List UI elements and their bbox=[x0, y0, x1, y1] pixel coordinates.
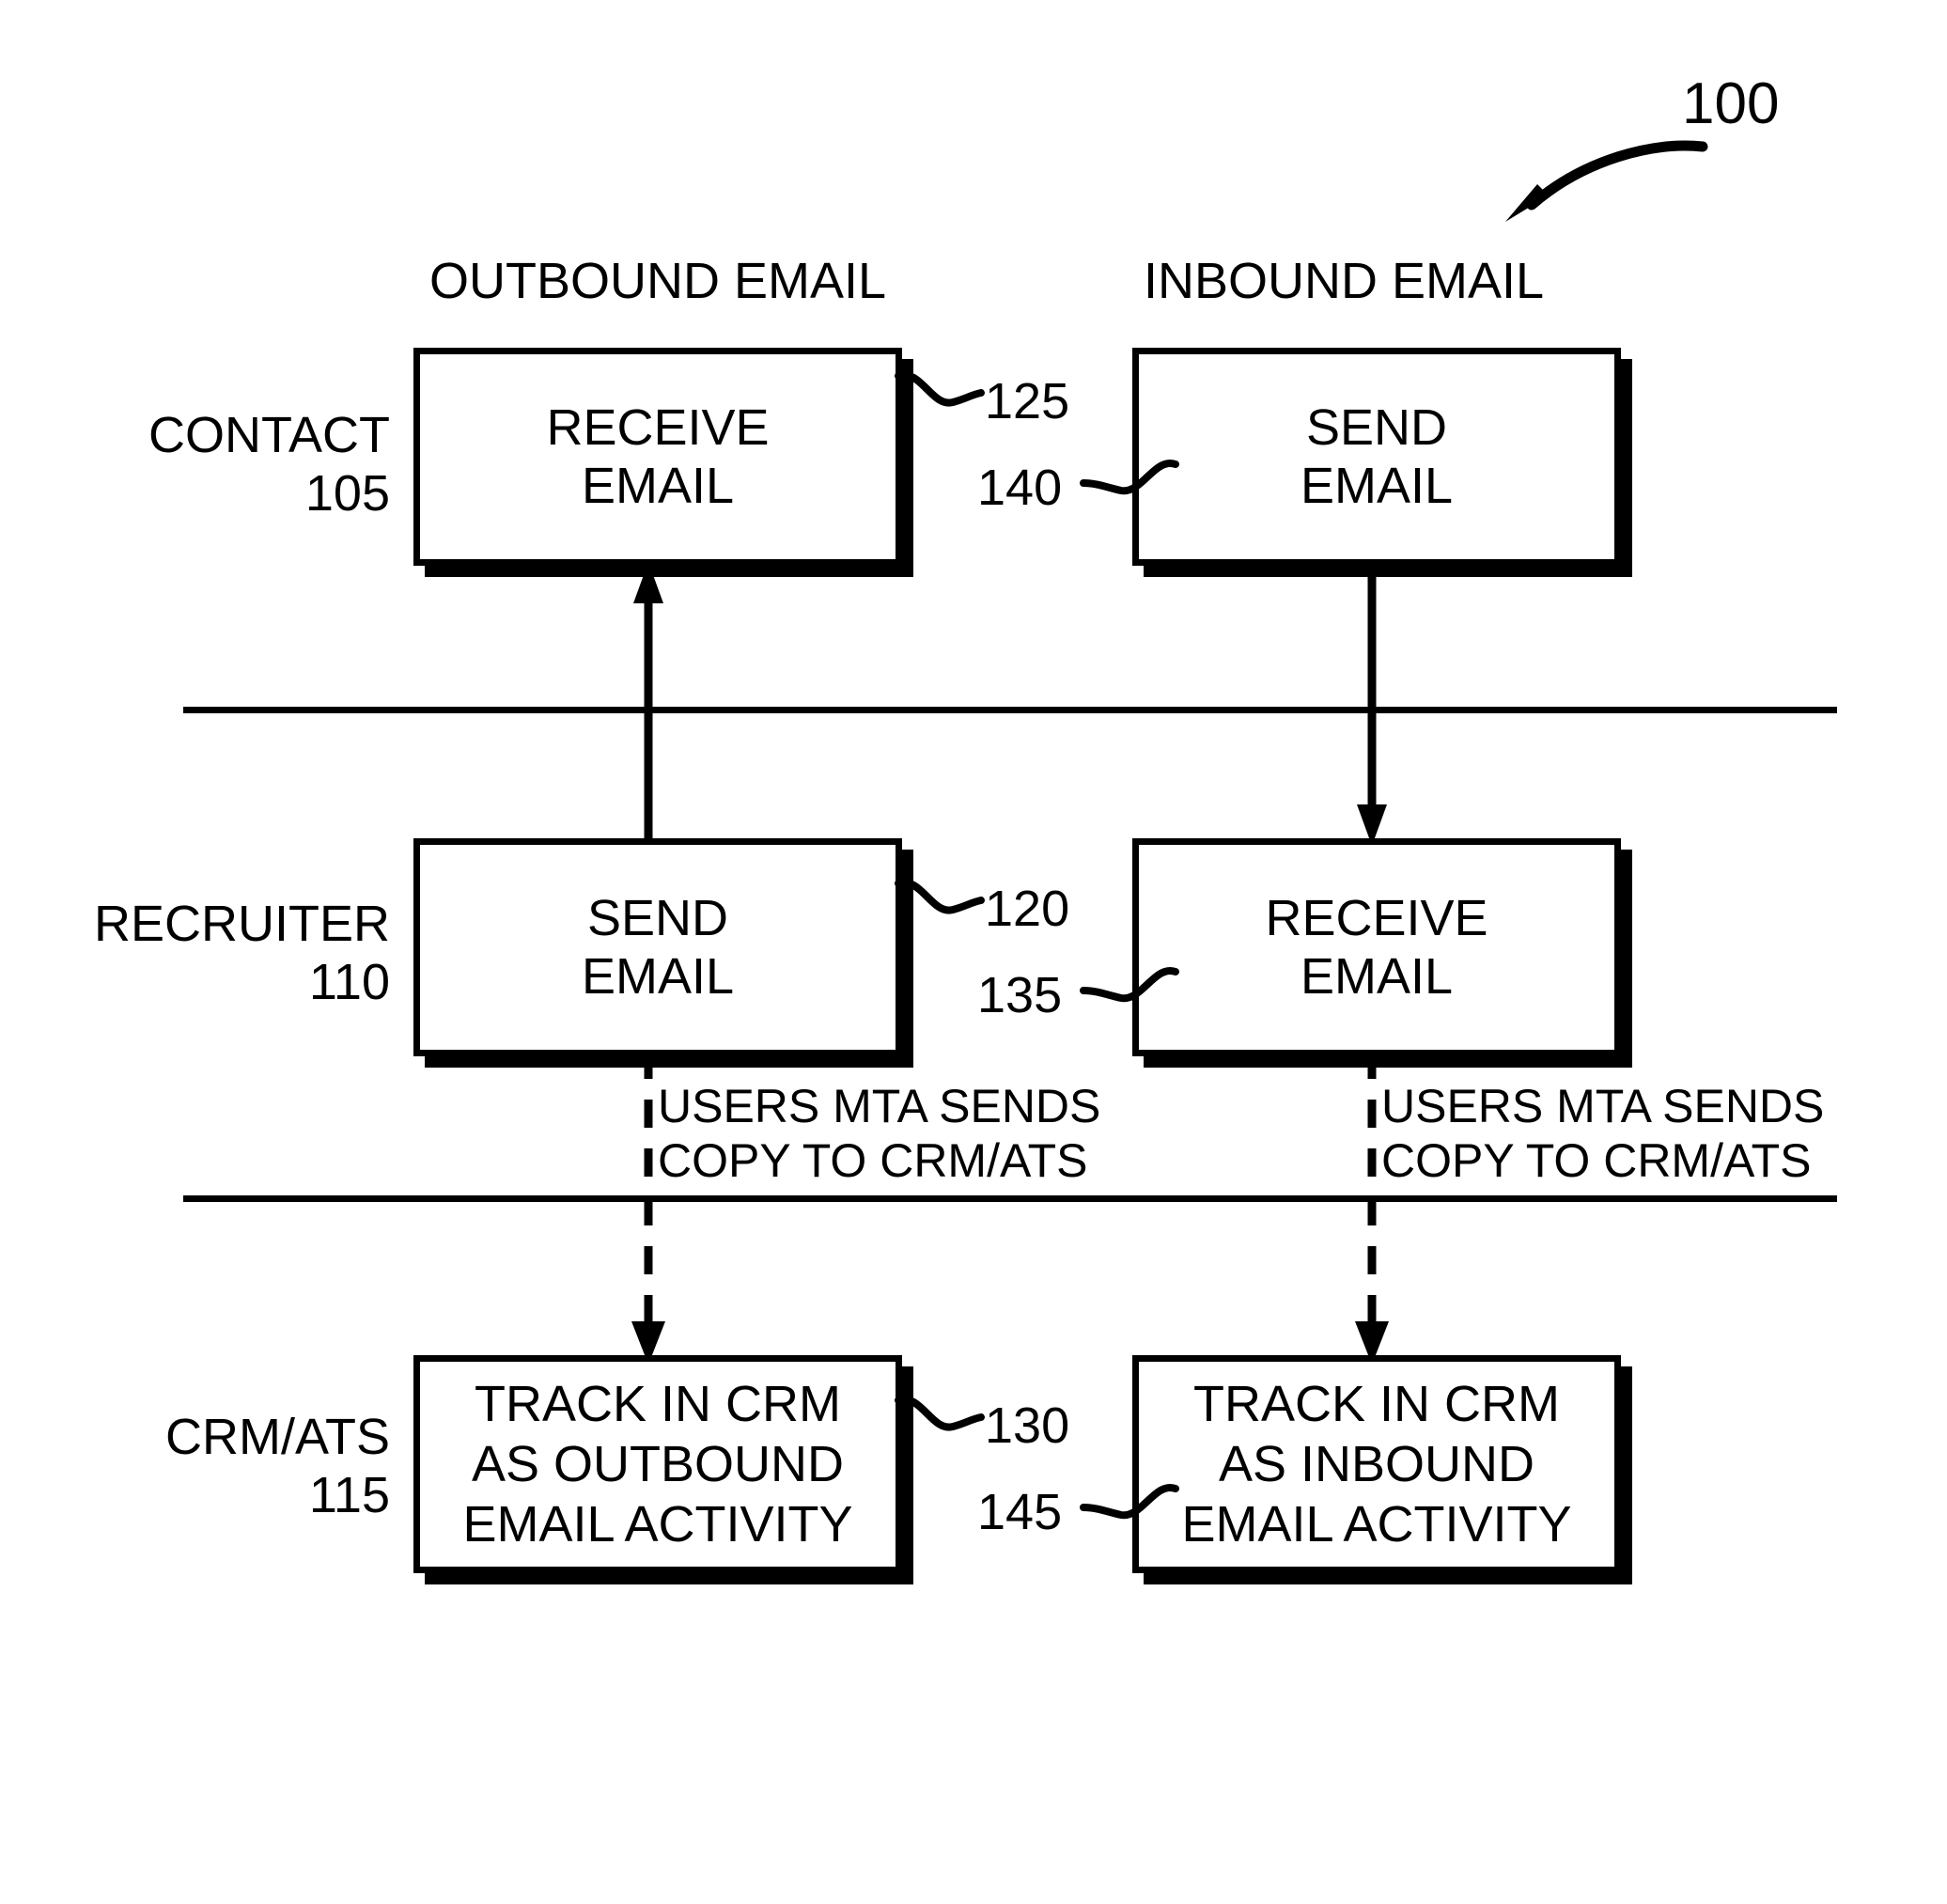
reference-numeral-145: 145 bbox=[977, 1484, 1063, 1540]
row-label-contact: CONTACT 105 bbox=[56, 406, 390, 523]
row-label-crmats-number: 115 bbox=[308, 1467, 390, 1523]
figure-lead-curved-arrow-icon bbox=[1505, 140, 1708, 222]
row-label-crmats-name: CRM/ATS bbox=[165, 1409, 390, 1465]
leader-line-120-icon bbox=[895, 879, 985, 914]
box-contact-send-email: SEND EMAIL bbox=[1132, 348, 1621, 566]
box-recruiter-receive-email: RECEIVE EMAIL bbox=[1132, 838, 1621, 1056]
leader-line-140-icon bbox=[1080, 460, 1179, 495]
box-crm-track-inbound-activity-text: TRACK IN CRM AS INBOUND EMAIL ACTIVITY bbox=[1181, 1376, 1572, 1553]
leader-line-130-icon bbox=[895, 1396, 985, 1431]
row-label-recruiter: RECRUITER 110 bbox=[56, 895, 390, 1011]
leader-line-145-icon bbox=[1080, 1484, 1179, 1520]
column-header-inbound-email: INBOUND EMAIL bbox=[1143, 253, 1545, 309]
box-contact-receive-email-text: RECEIVE EMAIL bbox=[546, 399, 770, 514]
figure-number: 100 bbox=[1682, 71, 1780, 136]
reference-numeral-130: 130 bbox=[985, 1397, 1070, 1454]
box-crm-track-outbound-activity: TRACK IN CRM AS OUTBOUND EMAIL ACTIVITY bbox=[413, 1355, 902, 1573]
reference-numeral-120: 120 bbox=[985, 881, 1070, 937]
box-crm-track-outbound-activity-text: TRACK IN CRM AS OUTBOUND EMAIL ACTIVITY bbox=[462, 1376, 853, 1553]
annotation-mta-copy-outbound: USERS MTA SENDS COPY TO CRM/ATS bbox=[658, 1080, 1101, 1187]
reference-numeral-125: 125 bbox=[985, 373, 1070, 429]
leader-line-125-icon bbox=[895, 371, 985, 407]
box-recruiter-send-email: SEND EMAIL bbox=[413, 838, 902, 1056]
box-contact-receive-email: RECEIVE EMAIL bbox=[413, 348, 902, 566]
patent-figure-canvas: 100 OUTBOUND EMAIL INBOUND EMAIL CONTACT… bbox=[0, 0, 1947, 1904]
column-header-outbound-email: OUTBOUND EMAIL bbox=[428, 253, 887, 309]
box-crm-track-inbound-activity: TRACK IN CRM AS INBOUND EMAIL ACTIVITY bbox=[1132, 1355, 1621, 1573]
row-label-crmats: CRM/ATS 115 bbox=[56, 1408, 390, 1524]
row-label-recruiter-name: RECRUITER bbox=[93, 896, 390, 952]
row-label-recruiter-number: 110 bbox=[308, 954, 390, 1010]
reference-numeral-140: 140 bbox=[977, 460, 1063, 516]
annotation-mta-copy-inbound: USERS MTA SENDS COPY TO CRM/ATS bbox=[1381, 1080, 1825, 1187]
leader-line-135-icon bbox=[1080, 967, 1179, 1003]
row-label-contact-name: CONTACT bbox=[148, 407, 390, 463]
connector-arrow-down-inbound-icon bbox=[1357, 560, 1387, 846]
box-recruiter-send-email-text: SEND EMAIL bbox=[581, 890, 735, 1005]
swimlane-divider-upper bbox=[183, 707, 1837, 713]
box-recruiter-receive-email-text: RECEIVE EMAIL bbox=[1265, 890, 1488, 1005]
connector-arrow-up-outbound-icon bbox=[633, 562, 663, 848]
box-contact-send-email-text: SEND EMAIL bbox=[1300, 399, 1454, 514]
swimlane-divider-lower bbox=[183, 1195, 1837, 1202]
reference-numeral-135: 135 bbox=[977, 967, 1063, 1023]
row-label-contact-number: 105 bbox=[304, 465, 390, 522]
